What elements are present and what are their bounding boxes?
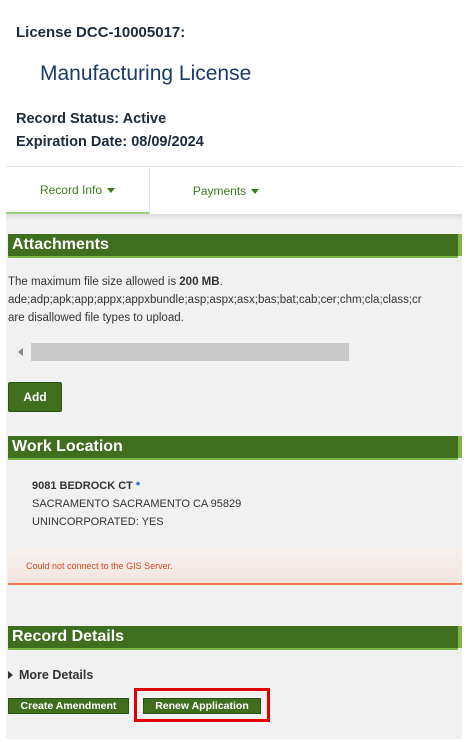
file-size-value: 200 MB xyxy=(179,276,220,288)
license-type-title: Manufacturing License xyxy=(40,62,252,85)
file-size-prefix: The maximum file size allowed is xyxy=(8,276,180,288)
work-location-section-header: Work Location xyxy=(8,436,462,460)
chevron-down-icon xyxy=(251,188,260,194)
gis-error-message: Could not connect to the GIS Server. xyxy=(26,561,173,571)
disallowed-file-types: ade;adp;apk;app;appx;appxbundle;asp;aspx… xyxy=(8,294,422,306)
more-details-label: More Details xyxy=(19,668,94,682)
gis-error-banner: Could not connect to the GIS Server. xyxy=(8,548,462,585)
expiration-date: Expiration Date: 08/09/2024 xyxy=(16,134,204,150)
chevron-down-icon xyxy=(107,187,116,193)
record-status: Record Status: Active xyxy=(16,111,167,127)
disallowed-note: are disallowed file types to upload. xyxy=(8,312,184,324)
tab-record-info-label: Record Info xyxy=(39,182,103,197)
renew-application-button[interactable]: Renew Application xyxy=(143,698,261,714)
record-details-section-header: Record Details xyxy=(8,626,462,650)
record-tabs: Record Info Payments xyxy=(6,166,462,214)
required-mark: * xyxy=(135,480,141,492)
more-details-toggle[interactable]: More Details xyxy=(8,668,93,682)
address-line-2: SACRAMENTO SACRAMENTO CA 95829 xyxy=(32,498,242,510)
file-size-suffix: . xyxy=(219,276,223,288)
horizontal-scrollbar[interactable] xyxy=(8,340,458,364)
address-line-1: 9081 BEDROCK CT * xyxy=(32,480,140,492)
chevron-right-icon xyxy=(8,671,13,679)
attachments-section-header: Attachments xyxy=(8,234,462,258)
scrollbar-thumb[interactable] xyxy=(31,343,349,361)
file-size-note: The maximum file size allowed is 200 MB. xyxy=(8,276,223,288)
address-line-3: UNINCORPORATED: YES xyxy=(32,516,164,528)
tab-payments-label: Payments xyxy=(192,183,247,198)
tab-record-info[interactable]: Record Info xyxy=(6,167,150,214)
create-amendment-button[interactable]: Create Amendment xyxy=(8,698,129,714)
add-attachment-button[interactable]: Add xyxy=(8,382,62,412)
record-header: License DCC-10005017: Manufacturing Lice… xyxy=(6,6,462,166)
tabs-shadow xyxy=(6,214,462,220)
tab-payments[interactable]: Payments xyxy=(151,167,301,214)
record-page: License DCC-10005017: Manufacturing Lice… xyxy=(6,6,462,739)
license-number: License DCC-10005017: xyxy=(16,24,186,41)
address-street: 9081 BEDROCK CT xyxy=(32,480,133,492)
scroll-left-icon[interactable] xyxy=(18,348,23,356)
